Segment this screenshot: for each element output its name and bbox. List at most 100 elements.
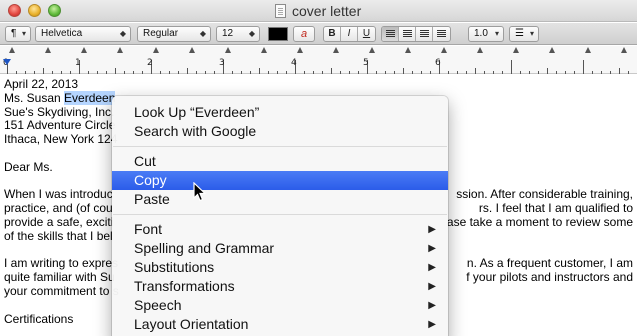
tab-stop-marker[interactable] bbox=[297, 47, 303, 53]
document-line: Certifications bbox=[4, 311, 74, 326]
minimize-window-button[interactable] bbox=[28, 4, 41, 17]
menu-item-label: Search with Google bbox=[134, 123, 257, 139]
document-line: 151 Adventure Circle bbox=[4, 118, 116, 133]
italic-button[interactable]: I bbox=[341, 27, 358, 41]
highlight-color-button[interactable]: a bbox=[293, 26, 315, 42]
menu-item-cut[interactable]: Cut bbox=[112, 152, 448, 171]
tab-stop-marker[interactable] bbox=[477, 47, 483, 53]
tab-stop-marker[interactable] bbox=[585, 47, 591, 53]
tab-stop-marker[interactable] bbox=[117, 47, 123, 53]
submenu-arrow-icon: ▶ bbox=[428, 262, 436, 273]
menu-item-look-up-everdeen[interactable]: Look Up “Everdeen” bbox=[112, 103, 448, 122]
menu-item-spelling-and-grammar[interactable]: Spelling and Grammar ▶ bbox=[112, 239, 448, 258]
ruler-tick bbox=[502, 71, 503, 74]
align-justify-button[interactable] bbox=[433, 27, 450, 41]
ruler-tick bbox=[403, 68, 404, 74]
menu-item-substitutions[interactable]: Substitutions ▶ bbox=[112, 258, 448, 277]
line-spacing-value: 1.0 bbox=[474, 28, 488, 39]
list-icon: ☰ bbox=[515, 28, 524, 39]
ruler-scale: 0123456 bbox=[0, 58, 637, 74]
ruler-tick bbox=[178, 71, 179, 74]
font-family-popup[interactable]: Helvetica ◆ bbox=[35, 26, 131, 42]
tab-stop-marker[interactable] bbox=[333, 47, 339, 53]
tab-stop-marker[interactable] bbox=[189, 47, 195, 53]
tab-stop-marker[interactable] bbox=[153, 47, 159, 53]
menu-separator bbox=[113, 146, 447, 147]
tab-stops[interactable] bbox=[0, 47, 637, 57]
document-line-fragment: ase take a moment to review some bbox=[446, 215, 633, 229]
menu-item-label: Substitutions bbox=[134, 259, 215, 275]
first-line-indent-marker[interactable] bbox=[3, 59, 11, 65]
list-bullets-popup[interactable]: ☰ ▾ bbox=[509, 26, 539, 42]
ruler-tick bbox=[358, 71, 359, 74]
tab-stop-marker[interactable] bbox=[405, 47, 411, 53]
menu-item-speech[interactable]: Speech ▶ bbox=[112, 296, 448, 315]
submenu-arrow-icon: ▶ bbox=[428, 300, 436, 311]
close-window-button[interactable] bbox=[8, 4, 21, 17]
document-line: Sue's Skydiving, Inc. bbox=[4, 104, 115, 119]
document-line: Ms. Susan Everdeen bbox=[4, 90, 116, 105]
window-title: cover letter bbox=[292, 3, 362, 19]
font-style-label: Regular bbox=[143, 28, 179, 39]
ruler-tick bbox=[187, 68, 188, 74]
tab-stop-marker[interactable] bbox=[9, 47, 15, 53]
align-left-button[interactable] bbox=[382, 27, 399, 41]
ruler-tick bbox=[610, 71, 611, 74]
ruler-tick bbox=[34, 71, 35, 74]
menu-item-layout-orientation[interactable]: Layout Orientation ▶ bbox=[112, 315, 448, 334]
document-line: provide a safe, exciti bbox=[4, 215, 114, 229]
text-color-well[interactable] bbox=[268, 27, 288, 41]
tab-stop-marker[interactable] bbox=[441, 47, 447, 53]
underline-button[interactable]: U bbox=[358, 27, 375, 41]
mouse-pointer-icon bbox=[193, 182, 207, 202]
tab-stop-marker[interactable] bbox=[621, 47, 627, 53]
menu-item-copy[interactable]: Copy bbox=[112, 171, 448, 190]
align-left-icon bbox=[385, 30, 395, 37]
tab-stop-marker[interactable] bbox=[45, 47, 51, 53]
menu-item-label: Copy bbox=[134, 172, 167, 188]
tab-stop-marker[interactable] bbox=[261, 47, 267, 53]
tab-stop-marker[interactable] bbox=[81, 47, 87, 53]
ruler-tick bbox=[232, 71, 233, 74]
tab-stop-marker[interactable] bbox=[513, 47, 519, 53]
align-right-button[interactable] bbox=[416, 27, 433, 41]
ruler-tick bbox=[457, 71, 458, 74]
bold-button[interactable]: B bbox=[324, 27, 341, 41]
paragraph-style-popup[interactable]: ¶ ▾ bbox=[5, 26, 31, 42]
ruler-tick bbox=[196, 71, 197, 74]
ruler-tick bbox=[565, 71, 566, 74]
menu-item-label: Look Up “Everdeen” bbox=[134, 104, 260, 120]
tab-stop-marker[interactable] bbox=[549, 47, 555, 53]
selected-text[interactable]: Everdeen bbox=[64, 90, 116, 105]
align-center-button[interactable] bbox=[399, 27, 416, 41]
ruler-tick bbox=[250, 71, 251, 74]
ruler-tick bbox=[88, 71, 89, 74]
menu-item-font[interactable]: Font ▶ bbox=[112, 220, 448, 239]
ruler-tick bbox=[97, 71, 98, 74]
document-line-fragment: f your pilots and instructors and bbox=[466, 270, 633, 285]
ruler-number: 2 bbox=[147, 58, 153, 68]
font-size-combo[interactable]: 12 ◆ bbox=[216, 26, 260, 42]
ruler-tick bbox=[421, 71, 422, 74]
document-line: April 22, 2013 bbox=[4, 77, 79, 91]
document-icon[interactable] bbox=[275, 4, 286, 18]
zoom-window-button[interactable] bbox=[48, 4, 61, 17]
ruler-tick bbox=[349, 71, 350, 74]
line-spacing-popup[interactable]: 1.0 ▾ bbox=[468, 26, 504, 42]
font-style-popup[interactable]: Regular ◆ bbox=[137, 26, 211, 42]
align-center-icon bbox=[402, 30, 412, 37]
alignment-segment bbox=[381, 26, 451, 42]
document-line-fragment: ssion. After considerable training, bbox=[456, 187, 633, 202]
ruler-tick bbox=[142, 71, 143, 74]
tab-stop-marker[interactable] bbox=[369, 47, 375, 53]
ruler-tick bbox=[619, 68, 620, 74]
menu-item-paste[interactable]: Paste bbox=[112, 190, 448, 209]
ruler-tick bbox=[286, 71, 287, 74]
menu-item-search-with-google[interactable]: Search with Google bbox=[112, 122, 448, 141]
tab-stop-marker[interactable] bbox=[225, 47, 231, 53]
menu-item-label: Spelling and Grammar bbox=[134, 240, 275, 256]
ruler-tick bbox=[106, 71, 107, 74]
ruler-tick bbox=[160, 71, 161, 74]
ruler[interactable]: 0123456 bbox=[0, 46, 637, 74]
menu-item-transformations[interactable]: Transformations ▶ bbox=[112, 277, 448, 296]
